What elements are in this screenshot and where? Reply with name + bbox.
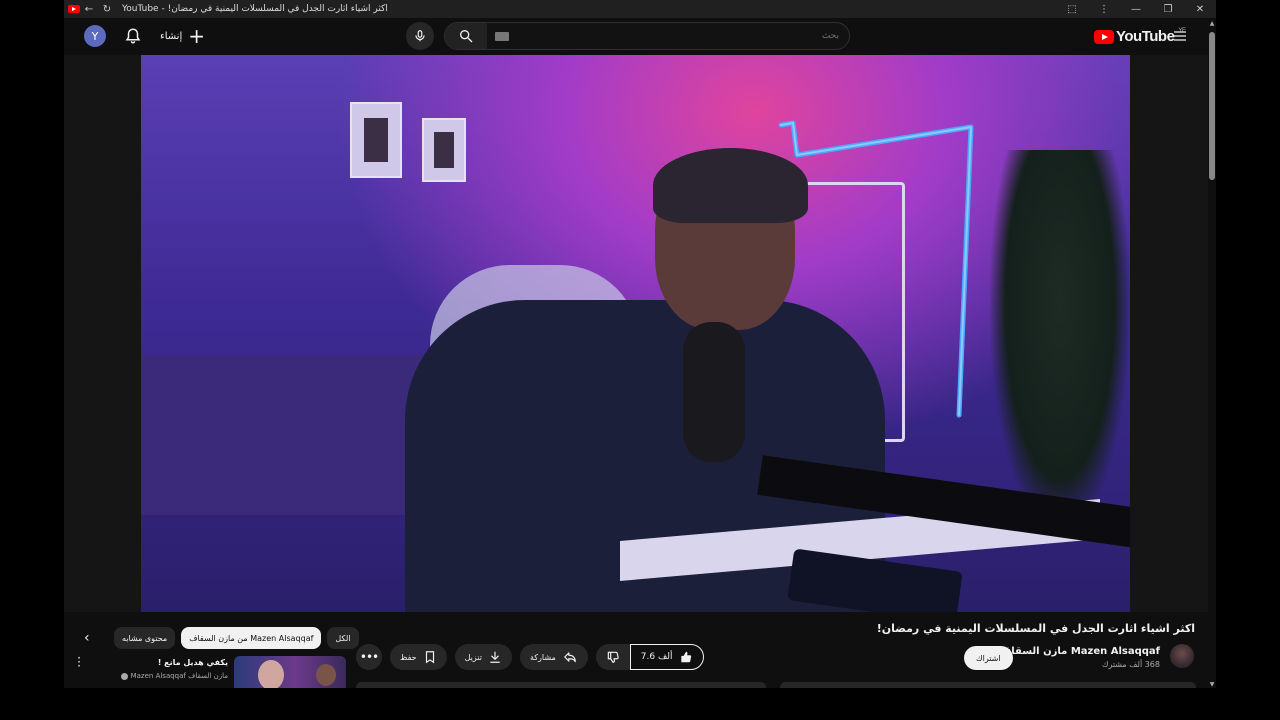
create-button[interactable]: إنشاء + (160, 26, 205, 46)
thumbs-down-icon (607, 651, 619, 663)
search-icon (460, 29, 473, 43)
search-input[interactable] (509, 31, 849, 41)
more-horiz-icon: ••• (359, 650, 379, 664)
chip-all[interactable]: الكل (327, 627, 359, 649)
search-button[interactable] (445, 23, 487, 49)
logo-text: YouTube (1116, 28, 1175, 45)
more-vert-icon[interactable]: ⋮ (1088, 4, 1120, 15)
youtube-play-icon (1094, 29, 1114, 44)
window-titlebar: ← ↻ YouTube - !اكثر اشياء اثارت الجدل في… (64, 0, 1216, 18)
page-scrollbar[interactable]: ▲ ▼ (1208, 18, 1216, 688)
plus-icon: + (188, 24, 205, 48)
related-filter-chips: محتوى مشابه من مازن السقاف Mazen Alsaqqa… (114, 627, 359, 649)
recommendation-thumbnail[interactable] (234, 656, 346, 688)
restore-button[interactable]: ❐ (1152, 4, 1184, 15)
video-scene-microphone (683, 322, 745, 462)
save-button[interactable]: حفظ (390, 644, 447, 670)
subscriber-count: 368 ألف مشترك (1101, 660, 1160, 669)
scrollbar-thumb[interactable] (1209, 32, 1215, 180)
screen-bottom-bar (0, 688, 1280, 720)
like-count: 7.6 ألف (640, 652, 673, 662)
thumbs-up-icon (680, 651, 691, 663)
keyboard-icon[interactable] (495, 31, 509, 41)
video-actions: ••• حفظ تنزيل مشاركة 7.6 ألف (356, 644, 704, 670)
share-label: مشاركة (529, 652, 556, 662)
recommendation-channel-row: مازن السقاف Mazen Alsaqqaf (120, 672, 228, 680)
like-dislike-group: 7.6 ألف (595, 644, 704, 670)
chevron-left-icon[interactable]: ‹ (84, 630, 90, 646)
channel-name-row[interactable]: Mazen Alsaqqaf مازن السقاف (988, 646, 1160, 657)
window-title: YouTube - !اكثر اشياء اثارت الجدل في الم… (122, 4, 388, 14)
create-label: إنشاء (160, 30, 183, 42)
youtube-favicon-icon (68, 5, 80, 13)
hamburger-menu-icon[interactable] (1172, 28, 1188, 44)
extensions-icon[interactable]: ⬚ (1056, 4, 1088, 15)
microphone-icon (415, 30, 425, 42)
back-arrow-icon[interactable]: ← (80, 4, 98, 15)
like-button[interactable]: 7.6 ألف (629, 644, 704, 670)
chip-from-channel[interactable]: من مازن السقاف Mazen Alsaqqaf (181, 627, 322, 649)
video-player[interactable] (141, 55, 1130, 612)
save-label: حفظ (400, 652, 417, 662)
thumbnail-face (316, 664, 336, 686)
more-actions-button[interactable]: ••• (356, 644, 382, 670)
bookmark-icon (425, 651, 434, 664)
recommendation-title[interactable]: يكفي هديل مانع ! (158, 658, 228, 667)
scroll-down-icon[interactable]: ▼ (1208, 681, 1216, 688)
youtube-header: Y إنشاء + YouTube YE (64, 18, 1208, 55)
verified-icon (120, 672, 128, 680)
share-button[interactable]: مشاركة (519, 644, 588, 670)
close-button[interactable]: ✕ (1184, 4, 1216, 15)
thumbnail-face (258, 660, 284, 688)
share-icon (563, 652, 576, 663)
download-icon (490, 651, 500, 663)
channel-name[interactable]: Mazen Alsaqqaf مازن السقاف (1000, 646, 1160, 657)
reload-icon[interactable]: ↻ (98, 4, 116, 15)
video-scene-hair (653, 148, 808, 223)
recommendation-channel: مازن السقاف Mazen Alsaqqaf (130, 672, 228, 680)
account-avatar[interactable]: Y (84, 25, 106, 47)
subscribe-button[interactable]: اشتراك (964, 646, 1013, 670)
more-vert-icon[interactable]: · · · (76, 652, 82, 672)
below-player: اكثر اشياء اثارت الجدل في المسلسلات اليم… (64, 612, 1208, 688)
minimize-button[interactable]: — (1120, 4, 1152, 15)
scroll-up-icon[interactable]: ▲ (1208, 20, 1216, 27)
download-button[interactable]: تنزيل (454, 644, 512, 670)
video-title: اكثر اشياء اثارت الجدل في المسلسلات اليم… (876, 622, 1195, 635)
dislike-button[interactable] (595, 644, 630, 670)
notifications-bell-icon[interactable] (124, 27, 142, 45)
search-box (444, 22, 850, 50)
chip-related[interactable]: محتوى مشابه (114, 627, 176, 649)
channel-avatar[interactable] (1170, 644, 1194, 668)
download-label: تنزيل (464, 652, 482, 662)
voice-search-button[interactable] (406, 22, 434, 50)
